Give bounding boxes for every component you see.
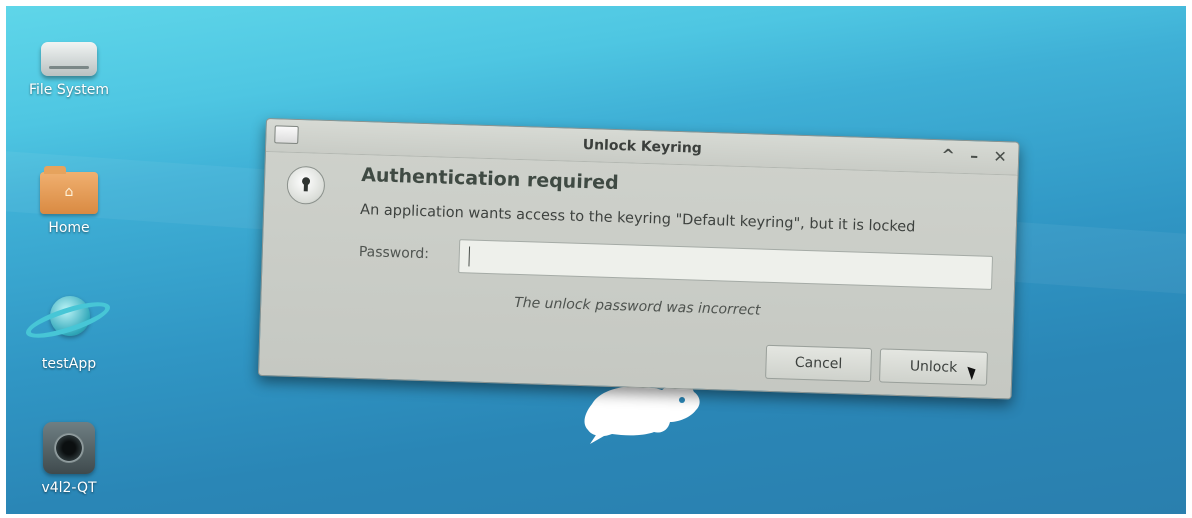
password-label: Password:	[358, 243, 430, 263]
app-orbit-icon	[22, 290, 114, 350]
window-controls: ^ – ✕	[940, 145, 1009, 166]
home-glyph: ⌂	[64, 184, 74, 200]
drive-icon	[41, 42, 97, 76]
desktop-icon-testapp[interactable]: testApp	[14, 290, 124, 372]
maximize-icon[interactable]: ^	[940, 145, 957, 164]
unlock-keyring-dialog: Unlock Keyring ^ – ✕ Authentication requ…	[257, 118, 1020, 400]
desktop-icon-label: Home	[48, 220, 90, 236]
minimize-icon[interactable]: –	[966, 146, 983, 165]
desktop-icon-label: v4l2-QT	[41, 480, 97, 496]
camera-icon	[43, 422, 95, 474]
desktop-icon-home[interactable]: ⌂ Home	[14, 166, 124, 236]
close-icon[interactable]: ✕	[992, 147, 1009, 166]
desktop-icon-label: testApp	[41, 356, 97, 372]
desktop-icon-v4l2-qt[interactable]: v4l2-QT	[14, 422, 124, 496]
error-message: The unlock password was incorrect	[513, 294, 761, 319]
desktop-icon-file-system[interactable]: File System	[14, 42, 124, 98]
dialog-message: An application wants access to the keyri…	[359, 202, 916, 236]
cancel-button[interactable]: Cancel	[765, 344, 873, 383]
desktop-icon-label: File System	[28, 82, 110, 98]
password-input[interactable]	[458, 239, 994, 290]
keyhole-lock-icon	[286, 165, 326, 205]
home-folder-icon: ⌂	[40, 166, 98, 214]
dialog-heading: Authentication required	[360, 164, 619, 195]
desktop: File System ⌂ Home testApp v4l2-QT Unloc…	[6, 6, 1186, 514]
dialog-title: Unlock Keyring	[582, 136, 703, 157]
